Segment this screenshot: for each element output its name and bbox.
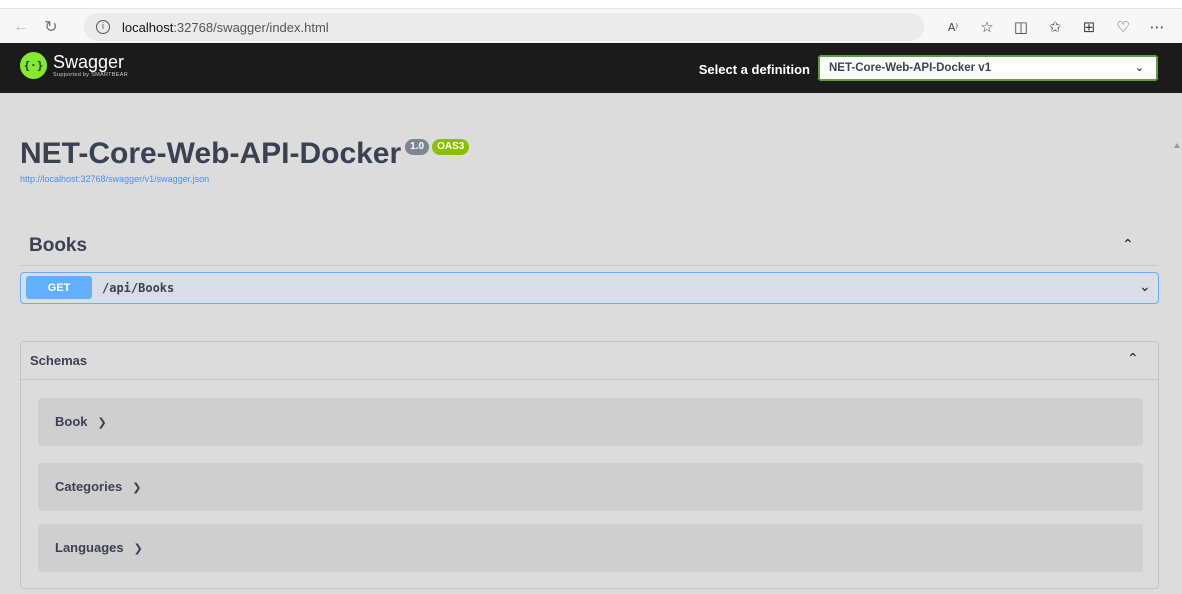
chevron-up-icon[interactable]: ⌃ — [1127, 351, 1139, 367]
read-aloud-icon[interactable]: A⁾ — [936, 12, 970, 42]
swagger-logo[interactable]: {·} Swagger Supported by SMARTBEAR — [20, 52, 128, 79]
schemas-section: Schemas ⌃ Book ❯ Categories ❯ Languages ❯ — [20, 341, 1159, 589]
tag-title-books[interactable]: Books — [29, 235, 87, 257]
logo-text: Swagger Supported by SMARTBEAR — [53, 53, 128, 78]
url-path: :32768/swagger/index.html — [173, 19, 329, 35]
url-text[interactable]: localhost:32768/swagger/index.html — [122, 20, 329, 35]
more-icon[interactable]: ⋯ — [1140, 12, 1174, 42]
swagger-logo-icon: {·} — [20, 52, 47, 79]
swagger-json-link[interactable]: http://localhost:32768/swagger/v1/swagge… — [20, 174, 209, 184]
method-badge: GET — [26, 276, 92, 299]
operation-path: /api/Books — [102, 281, 175, 295]
api-info: NET-Core-Web-API-Docker 1.0 OAS3 — [20, 137, 470, 170]
refresh-icon[interactable]: ↻ — [36, 12, 66, 42]
schemas-title: Schemas — [30, 353, 88, 368]
operation-get-books[interactable]: GET /api/Books ⌄ — [20, 272, 1159, 304]
schema-model-label: Languages ❯ — [55, 540, 143, 555]
back-icon[interactable]: ← — [6, 12, 36, 42]
browser-icons: A⁾ ☆ ◫ ✩ ⊞ ♡ ⋯ — [936, 9, 1174, 45]
split-screen-icon[interactable]: ◫ — [1004, 12, 1038, 42]
chevron-right-icon: ❯ — [132, 481, 142, 494]
favorite-star-icon[interactable]: ☆ — [970, 12, 1004, 42]
chevron-right-icon: ❯ — [97, 416, 107, 429]
chevron-up-icon[interactable]: ⌃ — [1122, 237, 1134, 253]
definition-select[interactable]: NET-Core-Web-API-Docker v1 ⌄ — [818, 55, 1158, 81]
logo-subtitle: Supported by SMARTBEAR — [53, 72, 128, 78]
section-divider — [20, 265, 1158, 266]
model-name: Categories — [55, 479, 123, 494]
browser-toolbar: ← ↻ i localhost:32768/swagger/index.html… — [0, 8, 1182, 44]
health-icon[interactable]: ♡ — [1106, 12, 1140, 42]
model-name: Book — [55, 414, 88, 429]
favorites-list-icon[interactable]: ✩ — [1038, 12, 1072, 42]
swagger-page: NET-Core-Web-API-Docker 1.0 OAS3 http://… — [0, 93, 1182, 594]
schema-model-label: Book ❯ — [55, 414, 107, 429]
version-badge: 1.0 — [405, 139, 430, 155]
swagger-topbar: {·} Swagger Supported by SMARTBEAR Selec… — [0, 43, 1182, 93]
chevron-down-icon[interactable]: ⌄ — [1139, 279, 1151, 295]
schema-model-label: Categories ❯ — [55, 479, 141, 494]
oas-badge: OAS3 — [432, 139, 470, 155]
model-name: Languages — [55, 540, 124, 555]
definition-label: Select a definition — [698, 62, 810, 77]
api-title: NET-Core-Web-API-Docker — [20, 137, 402, 170]
schema-model-categories[interactable]: Categories ❯ — [38, 463, 1143, 511]
url-host: localhost — [122, 19, 174, 35]
info-icon[interactable]: i — [96, 20, 110, 34]
schema-model-book[interactable]: Book ❯ — [38, 398, 1143, 446]
collections-icon[interactable]: ⊞ — [1072, 12, 1106, 42]
schemas-header[interactable]: Schemas ⌃ — [21, 342, 1158, 380]
address-bar[interactable]: i localhost:32768/swagger/index.html — [84, 13, 924, 41]
chevron-right-icon: ❯ — [133, 542, 143, 555]
schema-model-languages[interactable]: Languages ❯ — [38, 524, 1143, 572]
logo-title: Swagger — [53, 52, 125, 72]
chevron-down-icon: ⌄ — [1134, 61, 1144, 74]
scroll-up-icon[interactable] — [1174, 143, 1180, 148]
definition-select-value: NET-Core-Web-API-Docker v1 — [829, 62, 992, 74]
